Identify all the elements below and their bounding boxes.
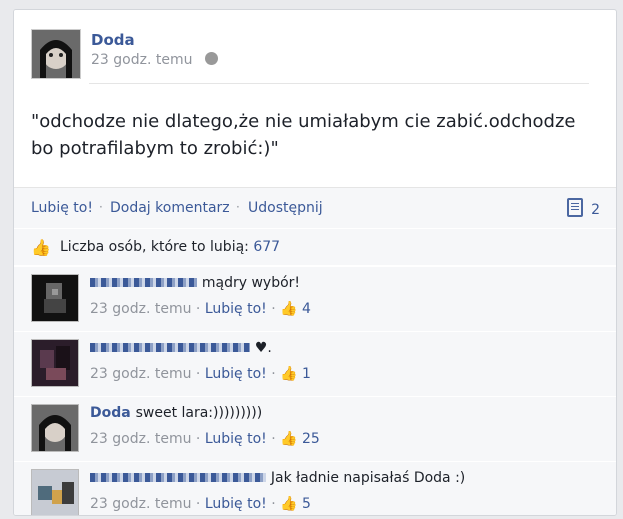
post-author[interactable]: Doda [91, 31, 135, 49]
comment-time[interactable]: 23 godz. temu [90, 496, 191, 512]
comment-meta: 23 godz. temu · Lubię to! · 👍 25 [90, 431, 320, 447]
comment-like-button[interactable]: Lubię to! [205, 431, 267, 447]
comment-count-link[interactable]: 2 [567, 198, 600, 218]
actions-bar: Lubię to! · Dodaj komentarz · Udostępnij… [14, 187, 616, 228]
comment-like-button[interactable]: Lubię to! [205, 496, 267, 512]
likes-row: 👍 Liczba osób, które to lubią: 677 [14, 229, 616, 265]
like-count-value: 1 [302, 366, 311, 382]
thumbs-up-icon: 👍 [280, 431, 298, 447]
likes-summary[interactable]: Liczba osób, które to lubią: 677 [60, 239, 280, 255]
comment-author[interactable]: Jak ładnie napisałaś Doda :) [90, 470, 465, 486]
likes-label: Liczba osób, które to lubią: [60, 239, 249, 255]
comment-author[interactable]: Doda sweet lara:))))))))) [90, 405, 262, 421]
comment-like-count[interactable]: 👍 1 [280, 366, 311, 382]
blurred-author-name [90, 343, 250, 352]
comment-text: Jak ładnie napisałaś Doda :) [270, 470, 466, 486]
comments-icon [567, 198, 584, 217]
comment-time[interactable]: 23 godz. temu [90, 301, 191, 317]
globe-icon [204, 52, 218, 65]
commenter-avatar[interactable] [31, 404, 79, 452]
commenter-avatar[interactable] [31, 274, 79, 322]
separator-dot: · [236, 200, 240, 214]
comment-meta: 23 godz. temu · Lubię to! · 👍 4 [90, 301, 311, 317]
comment-meta: 23 godz. temu · Lubię to! · 👍 1 [90, 366, 311, 382]
like-count-value: 4 [302, 301, 311, 317]
post-meta: 23 godz. temu [91, 52, 218, 68]
separator-dot: · [99, 200, 103, 214]
comment-button[interactable]: Dodaj komentarz [110, 200, 230, 216]
comment-like-count[interactable]: 👍 25 [280, 431, 320, 447]
comment-time[interactable]: 23 godz. temu [90, 431, 191, 447]
commenter-avatar[interactable] [31, 339, 79, 387]
thumbs-up-icon: 👍 [31, 238, 51, 257]
comment-count: 2 [591, 202, 600, 218]
comment-meta: 23 godz. temu · Lubię to! · 👍 5 [90, 496, 311, 512]
comment-author[interactable]: mądry wybór! [90, 275, 300, 291]
comment-like-count[interactable]: 👍 5 [280, 496, 311, 512]
likes-count: 677 [253, 239, 281, 255]
comment-item: ♥. 23 godz. temu · Lubię to! · 👍 1 [14, 331, 616, 396]
post-text: "odchodze nie dlatego,że nie umiałabym c… [31, 111, 576, 159]
comment-author[interactable]: ♥. [90, 340, 272, 356]
post-card: Doda 23 godz. temu "odchodze nie dlatego… [13, 9, 617, 516]
thumbs-up-icon: 👍 [280, 301, 298, 317]
like-button[interactable]: Lubię to! [31, 200, 93, 216]
comment-like-button[interactable]: Lubię to! [205, 301, 267, 317]
post-timestamp[interactable]: 23 godz. temu [91, 52, 192, 68]
comment-text: mądry wybór! [201, 275, 301, 291]
comment-item: Jak ładnie napisałaś Doda :) 23 godz. te… [14, 461, 616, 515]
comment-author-name: Doda [90, 405, 131, 421]
comment-item: Doda sweet lara:))))))))) 23 godz. temu … [14, 396, 616, 461]
comment-like-count[interactable]: 👍 4 [280, 301, 311, 317]
like-count-value: 5 [302, 496, 311, 512]
post-header: Doda 23 godz. temu [31, 29, 601, 83]
commenter-avatar[interactable] [31, 469, 79, 515]
comments-list: mądry wybór! 23 godz. temu · Lubię to! ·… [14, 266, 616, 515]
header-divider [89, 83, 589, 84]
comment-like-button[interactable]: Lubię to! [205, 366, 267, 382]
share-button[interactable]: Udostępnij [248, 200, 323, 216]
comment-item: mądry wybór! 23 godz. temu · Lubię to! ·… [14, 266, 616, 331]
like-count-value: 25 [302, 431, 320, 447]
comment-text: ♥. [254, 340, 272, 356]
blurred-author-name [90, 473, 266, 482]
blurred-author-name [90, 278, 197, 287]
comment-time[interactable]: 23 godz. temu [90, 366, 191, 382]
comment-text: sweet lara:))))))))) [135, 405, 263, 421]
corner-fold [14, 10, 32, 28]
thumbs-up-icon: 👍 [280, 366, 298, 382]
author-avatar[interactable] [31, 29, 81, 79]
thumbs-up-icon: 👍 [280, 496, 298, 512]
